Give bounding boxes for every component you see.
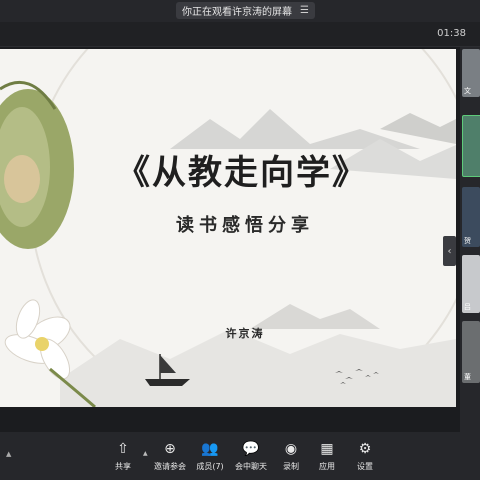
settings-button[interactable]: ⚙ 设置 xyxy=(348,440,382,472)
share-screen-icon: ⇧ xyxy=(117,441,129,457)
record-label: 录制 xyxy=(283,462,299,471)
share-button[interactable]: ⇧ 共享 xyxy=(106,440,140,472)
participant-name: 董 xyxy=(464,373,471,381)
share-options-icon[interactable]: ▲ xyxy=(143,450,148,457)
members-icon: 👥 xyxy=(201,441,219,457)
shared-slide: 《从教走向学》 读书感悟分享 许京涛 xyxy=(0,49,456,407)
chat-icon: 💬 xyxy=(242,441,260,457)
menu-icon[interactable]: ☰ xyxy=(300,5,309,16)
settings-label: 设置 xyxy=(357,462,373,471)
participant-name: 贺 xyxy=(464,237,471,245)
chat-button[interactable]: 💬 会中聊天 xyxy=(234,440,268,472)
record-button[interactable]: ◉ 录制 xyxy=(274,440,308,472)
screen-share-banner[interactable]: 你正在观看许京涛的屏幕 ☰ xyxy=(176,2,315,19)
meeting-info-bar: 01:38 xyxy=(0,22,480,47)
expand-toolbar-icon[interactable]: ▲ xyxy=(6,450,11,458)
share-banner-text: 你正在观看许京涛的屏幕 xyxy=(182,7,292,18)
share-label: 共享 xyxy=(115,462,131,471)
meeting-toolbar: ▲ ⇧ 共享 ▲ ⊕ 邀请参会 👥 成员(7) 💬 会中聊天 ◉ 录制 ▦ 应用… xyxy=(0,432,480,480)
top-bar: 你正在观看许京涛的屏幕 ☰ xyxy=(0,0,480,22)
members-label: 成员(7) xyxy=(196,462,224,471)
participant-tile[interactable] xyxy=(462,115,480,177)
invite-button[interactable]: ⊕ 邀请参会 xyxy=(153,440,187,472)
slide-author: 许京涛 xyxy=(225,327,265,340)
collapse-panel-button[interactable]: ‹ xyxy=(443,236,456,266)
participant-panel: 文 贺 吕 董 xyxy=(460,47,480,432)
participant-name: 文 xyxy=(464,87,471,95)
apps-button[interactable]: ▦ 应用 xyxy=(310,440,344,472)
meeting-timer: 01:38 xyxy=(437,28,466,39)
participant-tile[interactable]: 吕 xyxy=(462,255,480,313)
slide-title: 《从教走向学》 xyxy=(116,153,368,193)
participant-tile[interactable]: 贺 xyxy=(462,187,480,247)
participant-tile[interactable]: 文 xyxy=(462,49,480,97)
invite-icon: ⊕ xyxy=(164,441,176,457)
apps-icon: ▦ xyxy=(320,441,334,457)
chat-label: 会中聊天 xyxy=(235,462,267,471)
slide-subtitle: 读书感悟分享 xyxy=(176,215,314,236)
invite-label: 邀请参会 xyxy=(154,462,186,471)
settings-icon: ⚙ xyxy=(358,441,372,457)
apps-label: 应用 xyxy=(319,462,335,471)
members-button[interactable]: 👥 成员(7) xyxy=(193,440,227,472)
participant-tile[interactable]: 董 xyxy=(462,321,480,383)
record-icon: ◉ xyxy=(284,441,298,457)
participant-name: 吕 xyxy=(464,303,471,311)
